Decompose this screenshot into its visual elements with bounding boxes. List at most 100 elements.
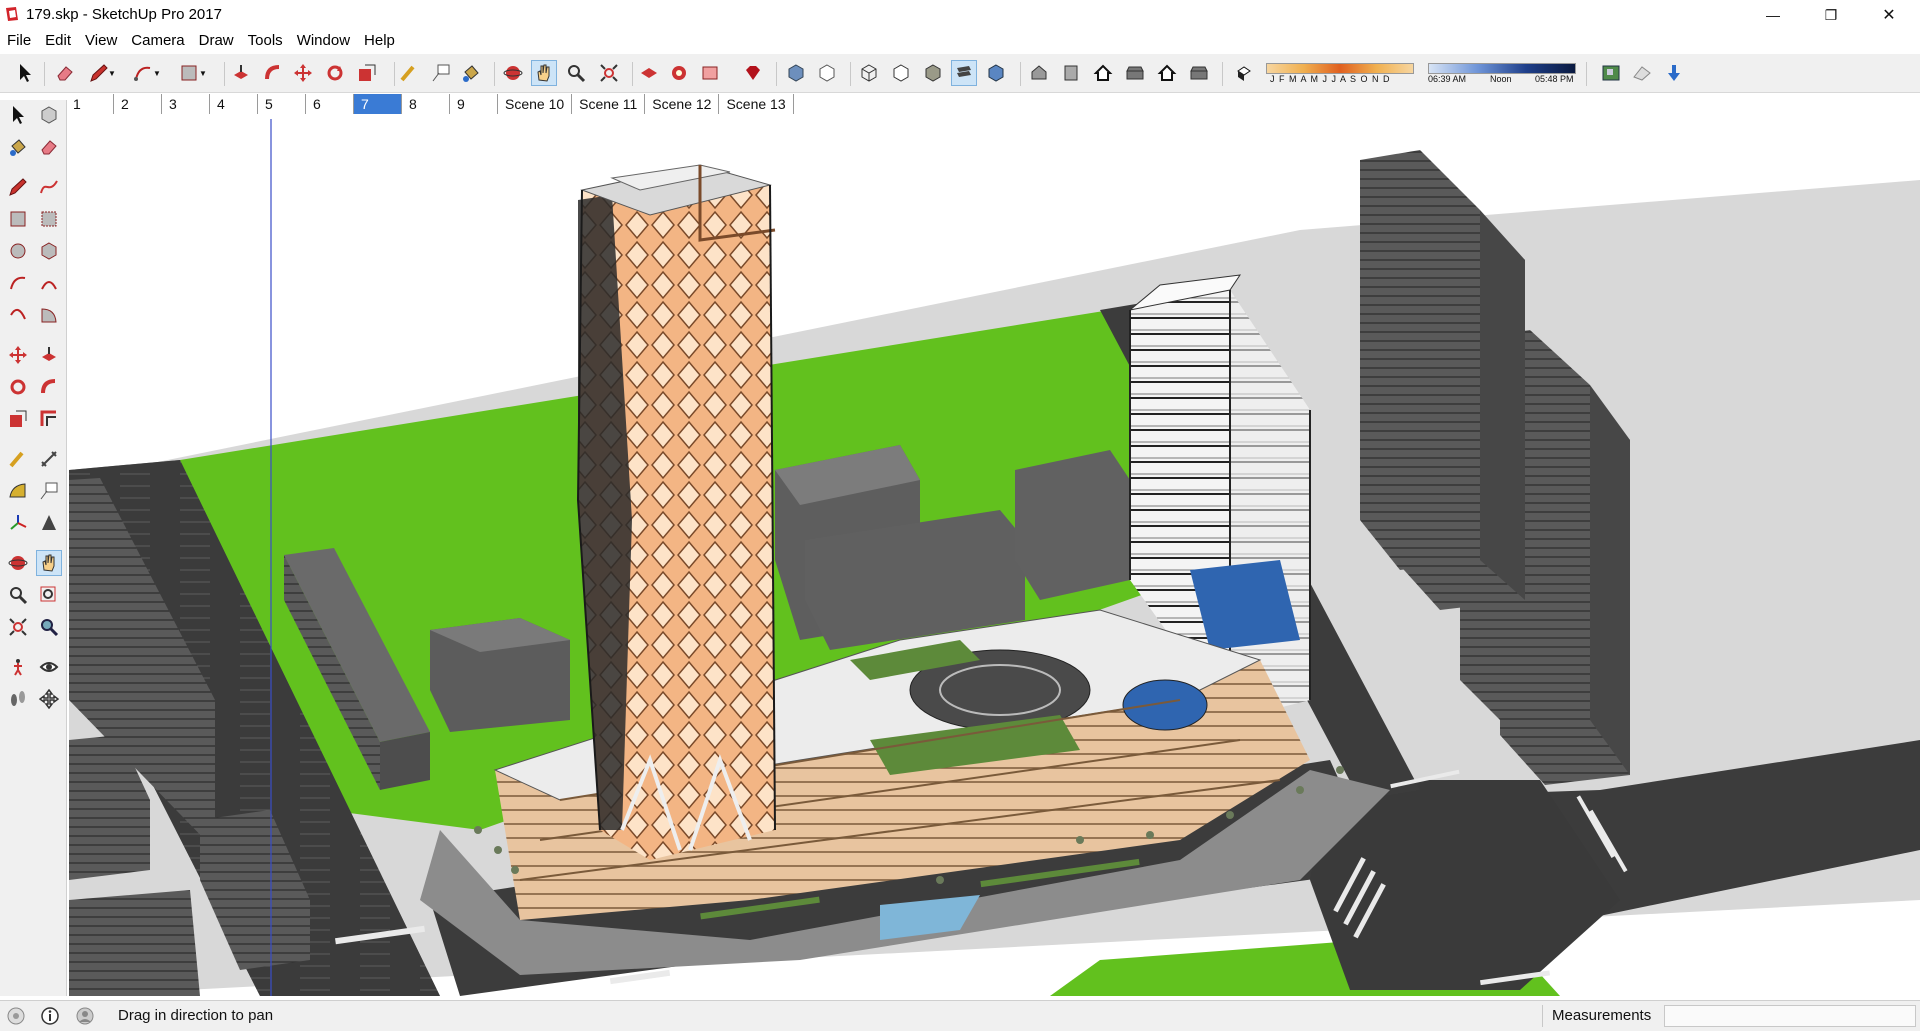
iso-view-button[interactable] (1026, 60, 1052, 86)
toggle-terrain-button[interactable] (1629, 60, 1655, 86)
month-slider[interactable] (1266, 63, 1414, 74)
menu-draw[interactable]: Draw (192, 30, 241, 52)
wireframe-style-button[interactable] (856, 60, 882, 86)
select-tool-button[interactable] (12, 60, 38, 86)
dimension-tool-button[interactable] (36, 446, 62, 472)
photo-textures-button[interactable] (1661, 60, 1687, 86)
top-view-button[interactable] (1058, 60, 1084, 86)
menu-view[interactable]: View (78, 30, 124, 52)
scale-tool-button[interactable] (5, 406, 31, 432)
menu-file[interactable]: File (0, 30, 38, 52)
scene-tab-3[interactable]: 3 (162, 94, 210, 114)
line-dropdown-button[interactable]: ▼ (106, 60, 118, 86)
shadows-toggle-button[interactable] (1231, 60, 1257, 86)
axes-tool-button[interactable] (5, 510, 31, 536)
three-point-arc-button[interactable] (5, 302, 31, 328)
warehouse-button[interactable] (636, 60, 662, 86)
eraser-tool-button[interactable] (36, 134, 62, 160)
zoom-button[interactable] (563, 60, 589, 86)
arc-tool-button[interactable] (5, 270, 31, 296)
share-model-button[interactable] (666, 60, 692, 86)
scene-tab-6[interactable]: 6 (306, 94, 354, 114)
tape-measure-button[interactable] (396, 60, 422, 86)
menu-tools[interactable]: Tools (241, 30, 290, 52)
geo-location-icon[interactable] (6, 1006, 26, 1026)
follow-me-button[interactable] (36, 374, 62, 400)
follow-me-button[interactable] (260, 60, 286, 86)
scene-tab-13[interactable]: Scene 13 (719, 94, 794, 114)
move-tool-button[interactable] (5, 342, 31, 368)
zoom-window-button[interactable] (36, 582, 62, 608)
move-tool-button[interactable] (290, 60, 316, 86)
rotate-tool-button[interactable] (5, 374, 31, 400)
share-component-button[interactable] (697, 60, 723, 86)
arc-dropdown-button[interactable]: ▼ (151, 60, 163, 86)
info-icon[interactable] (40, 1006, 60, 1026)
scene-tab-11[interactable]: Scene 11 (572, 94, 646, 114)
shaded-style-button[interactable] (920, 60, 946, 86)
freehand-tool-button[interactable] (36, 174, 62, 200)
hidden-line-style-button[interactable] (888, 60, 914, 86)
scene-tab-2[interactable]: 2 (114, 94, 162, 114)
menu-camera[interactable]: Camera (124, 30, 191, 52)
tape-measure-button[interactable] (5, 446, 31, 472)
scene-tab-5[interactable]: 5 (258, 94, 306, 114)
scene-tab-1[interactable]: 1 (66, 94, 114, 114)
two-point-arc-button[interactable] (36, 270, 62, 296)
user-account-icon[interactable] (75, 1006, 95, 1026)
pie-tool-button[interactable] (36, 302, 62, 328)
eraser-tool-button[interactable] (52, 60, 78, 86)
back-edges-button[interactable] (814, 60, 840, 86)
orbit-button[interactable] (500, 60, 526, 86)
right-view-button[interactable] (1122, 60, 1148, 86)
3d-text-button[interactable] (36, 510, 62, 536)
polygon-tool-button[interactable] (36, 238, 62, 264)
scene-tab-9[interactable]: 9 (450, 94, 498, 114)
left-view-button[interactable] (1186, 60, 1212, 86)
measurements-input[interactable] (1664, 1005, 1916, 1027)
rotate-tool-button[interactable] (322, 60, 348, 86)
section-plane-button[interactable] (36, 686, 62, 712)
menu-help[interactable]: Help (357, 30, 402, 52)
rotated-rectangle-button[interactable] (36, 206, 62, 232)
walk-tool-button[interactable] (5, 686, 31, 712)
scale-tool-button[interactable] (354, 60, 380, 86)
menu-edit[interactable]: Edit (38, 30, 78, 52)
add-location-button[interactable] (1598, 60, 1624, 86)
restore-button[interactable]: ❐ (1802, 0, 1860, 30)
previous-view-button[interactable] (36, 614, 62, 640)
line-tool-button[interactable] (5, 174, 31, 200)
scene-tab-7[interactable]: 7 (354, 94, 402, 114)
paint-bucket-button[interactable] (5, 134, 31, 160)
offset-tool-button[interactable] (36, 406, 62, 432)
back-view-button[interactable] (1154, 60, 1180, 86)
scene-tab-8[interactable]: 8 (402, 94, 450, 114)
push-pull-button[interactable] (36, 342, 62, 368)
xray-style-button[interactable] (783, 60, 809, 86)
rectangle-tool-button[interactable] (5, 206, 31, 232)
pan-button[interactable] (36, 550, 62, 576)
zoom-extents-button[interactable] (596, 60, 622, 86)
monochrome-style-button[interactable] (983, 60, 1009, 86)
zoom-button[interactable] (5, 582, 31, 608)
menu-window[interactable]: Window (290, 30, 357, 52)
extension-warehouse-button[interactable] (740, 60, 766, 86)
select-tool-button[interactable] (5, 102, 31, 128)
paint-bucket-button[interactable] (458, 60, 484, 86)
scene-tab-4[interactable]: 4 (210, 94, 258, 114)
time-slider[interactable] (1428, 63, 1576, 74)
scene-tab-12[interactable]: Scene 12 (645, 94, 720, 114)
pan-button[interactable] (531, 60, 557, 86)
circle-tool-button[interactable] (5, 238, 31, 264)
scene-tab-10[interactable]: Scene 10 (498, 94, 573, 114)
orbit-button[interactable] (5, 550, 31, 576)
look-around-button[interactable] (36, 654, 62, 680)
close-button[interactable]: ✕ (1860, 0, 1918, 30)
push-pull-button[interactable] (228, 60, 254, 86)
model-viewport[interactable] (69, 119, 1920, 996)
shape-dropdown-button[interactable]: ▼ (197, 60, 209, 86)
make-component-button[interactable] (36, 102, 62, 128)
position-camera-button[interactable] (5, 654, 31, 680)
zoom-extents-button[interactable] (5, 614, 31, 640)
dimension-text-button[interactable] (428, 60, 454, 86)
